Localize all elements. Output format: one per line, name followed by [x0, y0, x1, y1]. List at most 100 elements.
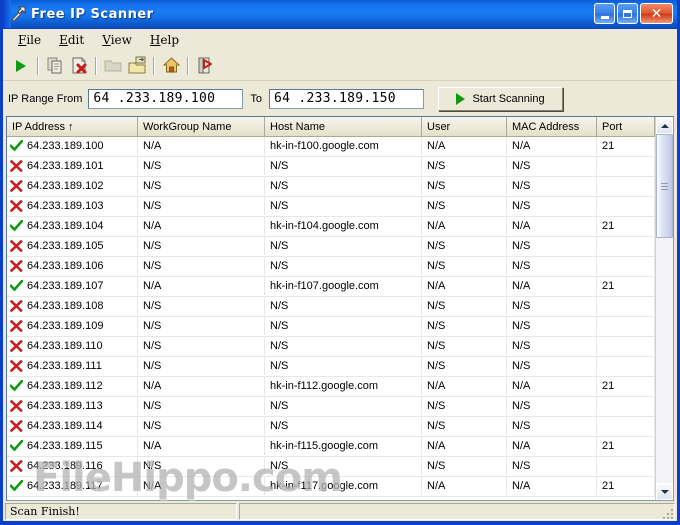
cell-host-name: N/S: [265, 237, 422, 255]
open-folder-icon[interactable]: [101, 54, 125, 77]
save-icon[interactable]: [125, 54, 149, 77]
window-controls: ✕: [594, 3, 673, 24]
check-icon: [9, 280, 23, 293]
cell-user: N/A: [422, 277, 507, 295]
tool-bar: [3, 51, 677, 81]
cell-host-name: N/S: [265, 297, 422, 315]
cell-user: N/A: [422, 477, 507, 495]
table-row[interactable]: 64.233.189.108 N/S N/S N/S N/S: [7, 297, 655, 317]
minimize-icon: [600, 15, 609, 19]
check-icon: [9, 440, 23, 453]
cell-workgroup-name: N/S: [138, 457, 265, 475]
check-icon: [9, 220, 23, 233]
cell-user: N/S: [422, 357, 507, 375]
home-icon[interactable]: [159, 54, 183, 77]
title-bar: Free IP Scanner ✕: [3, 0, 677, 29]
cell-ip-address: 64.233.189.102: [7, 177, 138, 195]
ip-address-text: 64.233.189.108: [27, 300, 104, 312]
table-row[interactable]: 64.233.189.117 N/A hk-in-f117.google.com N/…: [7, 477, 655, 497]
table-row[interactable]: 64.233.189.110 N/S N/S N/S N/S: [7, 337, 655, 357]
ip-address-text: 64.233.189.110: [27, 340, 103, 352]
cell-host-name: N/S: [265, 357, 422, 375]
chevron-down-icon: [660, 489, 669, 494]
cell-user: N/S: [422, 197, 507, 215]
column-header-mac-address[interactable]: MAC Address: [507, 117, 597, 136]
copy-icon[interactable]: [43, 54, 67, 77]
ip-address-text: 64.233.189.106: [27, 260, 104, 272]
cell-port: 21: [597, 477, 655, 495]
check-icon: [9, 480, 23, 493]
table-row[interactable]: 64.233.189.103 N/S N/S N/S N/S: [7, 197, 655, 217]
scrollbar-thumb[interactable]: [656, 134, 673, 238]
cell-mac-address: N/A: [507, 277, 597, 295]
play-triangle-icon: [456, 92, 466, 105]
ip-range-from-input[interactable]: 64 .233.189.100: [88, 88, 244, 109]
scrollbar-track[interactable]: [656, 134, 673, 483]
scroll-down-button[interactable]: [656, 483, 673, 500]
ip-address-text: 64.233.189.117: [27, 480, 103, 492]
ip-address-text: 64.233.189.109: [27, 320, 104, 332]
cross-icon: [9, 420, 23, 433]
cell-ip-address: 64.233.189.107: [7, 277, 138, 295]
table-row[interactable]: 64.233.189.100 N/A hk-in-f100.google.com N/…: [7, 137, 655, 157]
minimize-button[interactable]: [594, 3, 615, 24]
play-triangle-icon: [16, 59, 26, 72]
column-header-workgroup-name[interactable]: WorkGroup Name: [138, 117, 265, 136]
toolbar-separator: [37, 56, 39, 75]
cell-port: [597, 417, 655, 435]
table-row[interactable]: 64.233.189.106 N/S N/S N/S N/S: [7, 257, 655, 277]
ip-address-text: 64.233.189.113: [27, 400, 103, 412]
column-header-port[interactable]: Port: [597, 117, 655, 136]
delete-icon[interactable]: [67, 54, 91, 77]
cell-host-name: N/S: [265, 337, 422, 355]
cell-workgroup-name: N/S: [138, 297, 265, 315]
exit-icon[interactable]: [193, 54, 217, 77]
ip-address-text: 64.233.189.116: [27, 460, 103, 472]
table-row[interactable]: 64.233.189.107 N/A hk-in-f107.google.com N/…: [7, 277, 655, 297]
results-listview: IP Address ↑ WorkGroup Name Host Name User M…: [6, 116, 674, 501]
start-scanning-button[interactable]: Start Scanning: [438, 86, 564, 111]
table-row[interactable]: 64.233.189.116 N/S N/S N/S N/S: [7, 457, 655, 477]
resize-grip-icon[interactable]: [661, 507, 673, 519]
cell-port: [597, 237, 655, 255]
table-row[interactable]: 64.233.189.104 N/A hk-in-f104.google.com N/…: [7, 217, 655, 237]
cell-port: [597, 177, 655, 195]
menu-edit[interactable]: Edit: [50, 31, 93, 49]
cell-workgroup-name: N/A: [138, 217, 265, 235]
vertical-scrollbar[interactable]: [655, 117, 673, 500]
cell-ip-address: 64.233.189.116: [7, 457, 138, 475]
table-row[interactable]: 64.233.189.101 N/S N/S N/S N/S: [7, 157, 655, 177]
table-row[interactable]: 64.233.189.114 N/S N/S N/S N/S: [7, 417, 655, 437]
table-row[interactable]: 64.233.189.111 N/S N/S N/S N/S: [7, 357, 655, 377]
table-row[interactable]: 64.233.189.102 N/S N/S N/S N/S: [7, 177, 655, 197]
column-header-user[interactable]: User: [422, 117, 507, 136]
cell-mac-address: N/S: [507, 357, 597, 375]
cell-port: 21: [597, 277, 655, 295]
cell-workgroup-name: N/S: [138, 317, 265, 335]
menu-view[interactable]: View: [93, 31, 141, 49]
cell-mac-address: N/A: [507, 377, 597, 395]
column-header-host-name[interactable]: Host Name: [265, 117, 422, 136]
table-row[interactable]: 64.233.189.105 N/S N/S N/S N/S: [7, 237, 655, 257]
ip-range-to-input[interactable]: 64 .233.189.150: [269, 88, 425, 109]
table-row[interactable]: 64.233.189.113 N/S N/S N/S N/S: [7, 397, 655, 417]
table-row[interactable]: 64.233.189.109 N/S N/S N/S N/S: [7, 317, 655, 337]
scroll-up-button[interactable]: [656, 117, 673, 134]
cell-workgroup-name: N/S: [138, 197, 265, 215]
cell-mac-address: N/A: [507, 217, 597, 235]
cell-ip-address: 64.233.189.115: [7, 437, 138, 455]
start-scan-icon[interactable]: [9, 54, 33, 77]
status-message: Scan Finish!: [5, 502, 237, 520]
check-icon: [9, 380, 23, 393]
cell-user: N/S: [422, 177, 507, 195]
ip-address-text: 64.233.189.105: [27, 240, 104, 252]
maximize-button[interactable]: [617, 3, 638, 24]
table-row[interactable]: 64.233.189.115 N/A hk-in-f115.google.com N/…: [7, 437, 655, 457]
menu-file[interactable]: File: [9, 31, 50, 49]
menu-help[interactable]: Help: [141, 31, 188, 49]
cell-mac-address: N/S: [507, 317, 597, 335]
close-button[interactable]: ✕: [640, 3, 673, 24]
table-row[interactable]: 64.233.189.112 N/A hk-in-f112.google.com N/…: [7, 377, 655, 397]
cell-port: 21: [597, 437, 655, 455]
column-header-ip-address[interactable]: IP Address ↑: [7, 117, 138, 136]
